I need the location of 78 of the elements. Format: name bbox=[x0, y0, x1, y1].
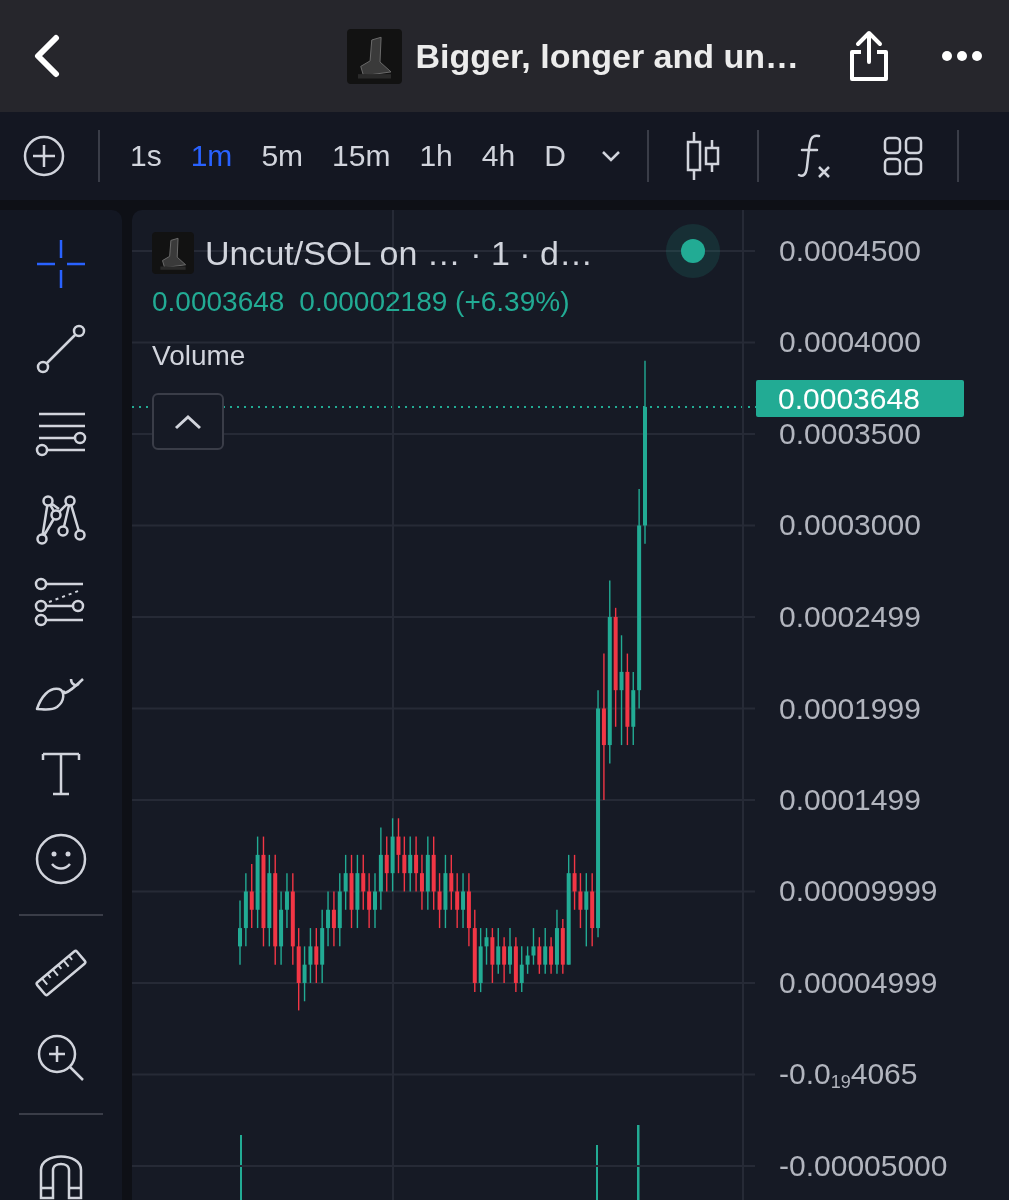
candlestick bbox=[455, 872, 460, 929]
candlestick bbox=[461, 872, 466, 929]
candlestick bbox=[396, 817, 401, 874]
more-icon bbox=[941, 50, 983, 62]
price-axis-label: -0.00005000 bbox=[779, 1149, 948, 1182]
live-status-icon bbox=[666, 224, 720, 278]
price-axis-label: 0.0004500 bbox=[779, 235, 921, 267]
symbol-title: Uncut/SOL on … · 1 · d… bbox=[205, 233, 593, 273]
price-axis-label: 0.0003000 bbox=[779, 509, 921, 542]
candlestick bbox=[572, 854, 577, 911]
add-button[interactable] bbox=[22, 134, 66, 178]
candlestick bbox=[543, 927, 548, 975]
candlestick bbox=[484, 927, 489, 966]
candlestick bbox=[373, 872, 377, 929]
share-icon bbox=[847, 30, 891, 82]
price-axis-label: 0.0004000 bbox=[779, 326, 921, 359]
candlestick bbox=[437, 872, 442, 929]
last-price: 0.0003648 bbox=[152, 286, 285, 318]
timeframe-tab[interactable]: 1h bbox=[419, 139, 453, 173]
timeframe-tab[interactable]: 1s bbox=[130, 139, 162, 173]
candlestick bbox=[419, 854, 424, 911]
timeframe-tab[interactable]: 15m bbox=[332, 139, 391, 173]
timeframe-tab[interactable]: 5m bbox=[261, 139, 304, 173]
candlestick bbox=[308, 927, 313, 984]
candlestick bbox=[343, 854, 348, 911]
candlestick bbox=[402, 835, 407, 893]
candlestick bbox=[578, 872, 583, 929]
candlestick bbox=[414, 835, 419, 893]
chevron-up-icon bbox=[173, 412, 203, 431]
candlestick bbox=[314, 927, 319, 984]
candlestick bbox=[502, 936, 507, 984]
price-axis-label: 0.0001999 bbox=[779, 692, 921, 725]
price-axis-label: 0.0002499 bbox=[779, 601, 921, 634]
candlestick bbox=[361, 854, 366, 911]
function-icon bbox=[796, 133, 831, 179]
candlestick bbox=[449, 854, 454, 911]
indicator-label: Volume bbox=[152, 340, 247, 372]
timeframe-tab[interactable]: 1m bbox=[190, 139, 233, 173]
candlestick bbox=[531, 927, 536, 966]
grid-icon bbox=[882, 136, 923, 176]
last-price-tag: 0.0003648 bbox=[756, 379, 964, 417]
candlestick bbox=[384, 835, 389, 893]
candlestick bbox=[408, 835, 413, 893]
candlestick bbox=[519, 945, 524, 993]
candlestick bbox=[284, 872, 289, 929]
candlestick bbox=[619, 634, 624, 746]
price-axis-label: 0.00009999 bbox=[779, 875, 938, 908]
candlestick bbox=[496, 927, 501, 975]
candles-icon bbox=[684, 130, 721, 182]
price-change: 0.00002189 (+6.39%) bbox=[299, 286, 570, 318]
chart-type-button[interactable] bbox=[684, 130, 721, 182]
price-axis-label: 0.00004999 bbox=[779, 967, 938, 999]
candlestick bbox=[549, 936, 554, 975]
indicators-button[interactable] bbox=[796, 133, 831, 179]
candlestick bbox=[249, 863, 254, 929]
candlestick bbox=[238, 899, 242, 966]
timeframe-dropdown[interactable] bbox=[600, 150, 621, 162]
price-axis-label: 0.0003500 bbox=[779, 418, 921, 450]
chevron-down-icon bbox=[600, 150, 621, 162]
candlestick bbox=[367, 872, 372, 929]
timeframe-tab[interactable]: D bbox=[544, 139, 566, 173]
layout-button[interactable] bbox=[882, 136, 923, 176]
smiley-tool-button[interactable] bbox=[33, 831, 89, 887]
candlestick bbox=[331, 890, 336, 948]
plus-icon bbox=[22, 134, 66, 178]
candlestick bbox=[302, 945, 307, 1002]
candlestick bbox=[326, 890, 331, 948]
collapse-button[interactable] bbox=[152, 393, 224, 450]
candlestick bbox=[525, 945, 530, 975]
chart-title: Bigger, longer and un… bbox=[415, 36, 799, 76]
candlestick bbox=[584, 872, 589, 948]
more-button[interactable] bbox=[941, 50, 983, 62]
price-axis-label: -0.0$_{19}$4065 bbox=[779, 1058, 918, 1095]
price-axis-label: 0.0001499 bbox=[779, 784, 921, 817]
share-button[interactable] bbox=[847, 30, 891, 82]
candlestick bbox=[537, 936, 542, 975]
timeframe-tab[interactable]: 4h bbox=[481, 139, 516, 173]
candlestick bbox=[508, 927, 512, 975]
